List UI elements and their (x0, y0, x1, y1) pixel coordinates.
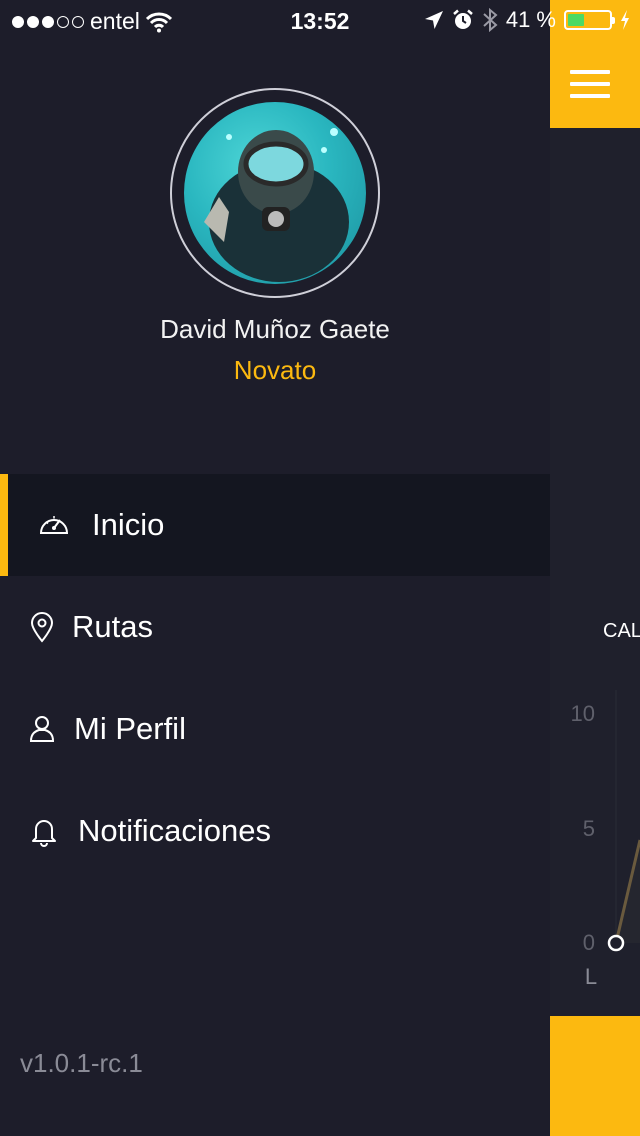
chart-point (607, 934, 625, 952)
status-bar: entel 13:52 41 % (0, 0, 640, 40)
chart-area (607, 690, 640, 952)
user-level: Novato (233, 355, 317, 385)
profile-avatar[interactable] (170, 88, 380, 298)
main-content-peek[interactable]: CAL 10 5 0 L (550, 0, 640, 1136)
map-pin-icon (26, 611, 58, 643)
menu-item-notificaciones[interactable]: Notificaciones (0, 780, 550, 882)
location-arrow-icon (424, 10, 444, 30)
bluetooth-icon (482, 7, 498, 33)
menu-item-label: Inicio (92, 507, 165, 542)
hamburger-menu-icon[interactable] (570, 70, 610, 98)
menu-item-mi-perfil[interactable]: Mi Perfil (0, 678, 550, 780)
user-icon (26, 713, 58, 745)
main-footer-bar (550, 1016, 640, 1136)
menu-item-inicio[interactable]: Inicio (0, 474, 550, 576)
x-tick-label: L (584, 964, 598, 989)
alarm-clock-icon (452, 9, 474, 31)
section-label: CAL (603, 620, 640, 642)
speedometer-icon (38, 509, 70, 541)
avatar-photo (184, 102, 366, 284)
menu-item-label: Mi Perfil (74, 711, 186, 746)
menu-item-rutas[interactable]: Rutas (0, 576, 550, 678)
app-version: v1.0.1-rc.1 (20, 1048, 143, 1078)
bell-icon (28, 815, 60, 847)
charging-bolt-icon (620, 10, 630, 30)
navigation-drawer: David Muñoz Gaete Novato Inicio Rutas Mi… (0, 0, 550, 1136)
battery-icon (564, 10, 615, 30)
drawer-menu: Inicio Rutas Mi Perfil Notificaciones (0, 474, 550, 882)
user-name: David Muñoz Gaete (160, 314, 390, 344)
menu-item-label: Rutas (72, 609, 153, 644)
battery-percent: 41 % (505, 7, 556, 32)
menu-item-label: Notificaciones (78, 813, 271, 848)
